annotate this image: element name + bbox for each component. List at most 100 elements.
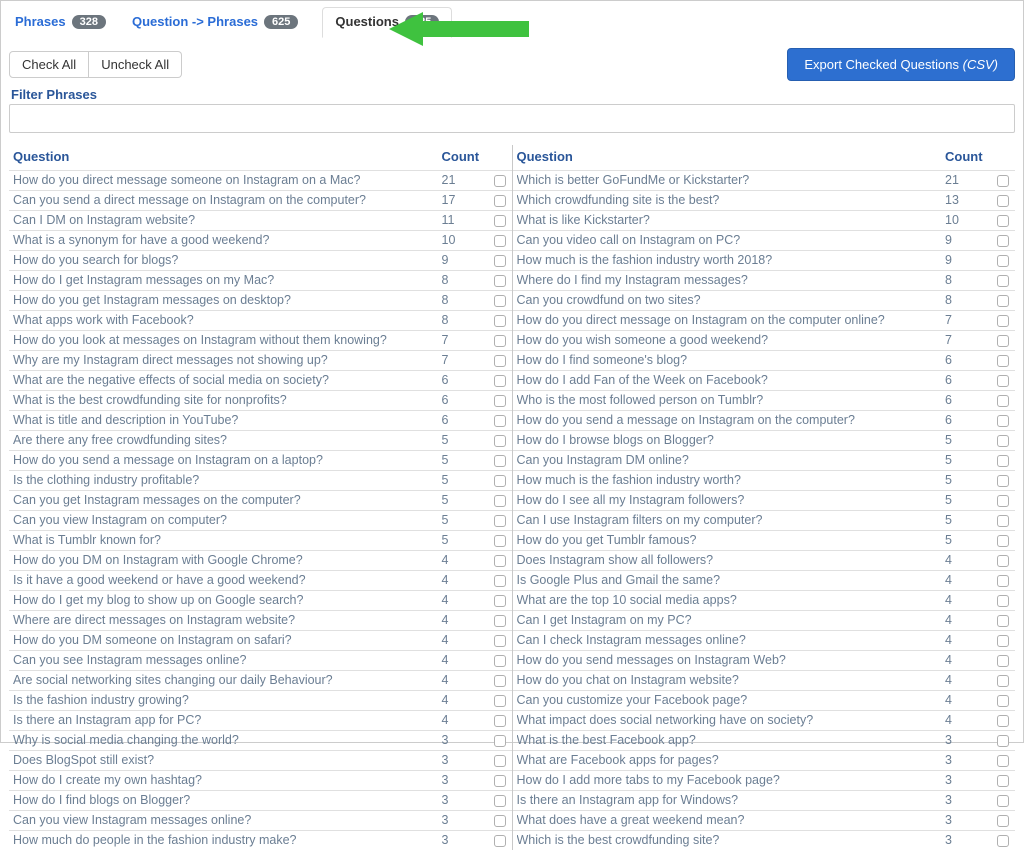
row-checkbox[interactable] [997, 215, 1009, 227]
row-checkbox[interactable] [494, 775, 506, 787]
question-link[interactable]: How much is the fashion industry worth 2… [517, 252, 946, 269]
export-csv-button[interactable]: Export Checked Questions (CSV) [787, 48, 1015, 81]
row-checkbox[interactable] [494, 475, 506, 487]
question-link[interactable]: Can you view Instagram on computer? [13, 512, 442, 529]
row-checkbox[interactable] [494, 315, 506, 327]
question-link[interactable]: Is the clothing industry profitable? [13, 472, 442, 489]
row-checkbox[interactable] [494, 295, 506, 307]
question-link[interactable]: Can I use Instagram filters on my comput… [517, 512, 946, 529]
row-checkbox[interactable] [997, 415, 1009, 427]
row-checkbox[interactable] [997, 495, 1009, 507]
question-link[interactable]: Does Instagram show all followers? [517, 552, 946, 569]
question-link[interactable]: Can I get Instagram on my PC? [517, 612, 946, 629]
row-checkbox[interactable] [997, 315, 1009, 327]
question-link[interactable]: Is it have a good weekend or have a good… [13, 572, 442, 589]
question-link[interactable]: Does BlogSpot still exist? [13, 752, 442, 769]
row-checkbox[interactable] [997, 555, 1009, 567]
question-link[interactable]: How much do people in the fashion indust… [13, 832, 442, 849]
row-checkbox[interactable] [997, 435, 1009, 447]
row-checkbox[interactable] [494, 575, 506, 587]
question-link[interactable]: How do I browse blogs on Blogger? [517, 432, 946, 449]
question-link[interactable]: How do I see all my Instagram followers? [517, 492, 946, 509]
question-link[interactable]: How do you search for blogs? [13, 252, 442, 269]
question-link[interactable]: What is the best crowdfunding site for n… [13, 392, 442, 409]
question-link[interactable]: How do you get Tumblr famous? [517, 532, 946, 549]
row-checkbox[interactable] [494, 395, 506, 407]
row-checkbox[interactable] [997, 795, 1009, 807]
row-checkbox[interactable] [494, 415, 506, 427]
row-checkbox[interactable] [997, 735, 1009, 747]
question-link[interactable]: Can you get Instagram messages on the co… [13, 492, 442, 509]
question-link[interactable]: Why is social media changing the world? [13, 732, 442, 749]
row-checkbox[interactable] [494, 755, 506, 767]
question-link[interactable]: What apps work with Facebook? [13, 312, 442, 329]
question-link[interactable]: Which is the best crowdfunding site? [517, 832, 946, 849]
question-link[interactable]: Which is better GoFundMe or Kickstarter? [517, 172, 946, 189]
row-checkbox[interactable] [494, 235, 506, 247]
row-checkbox[interactable] [997, 835, 1009, 847]
question-link[interactable]: How do I add more tabs to my Facebook pa… [517, 772, 946, 789]
question-link[interactable]: How do I get my blog to show up on Googl… [13, 592, 442, 609]
row-checkbox[interactable] [997, 755, 1009, 767]
row-checkbox[interactable] [494, 595, 506, 607]
question-link[interactable]: How do you wish someone a good weekend? [517, 332, 946, 349]
row-checkbox[interactable] [494, 795, 506, 807]
tab-question-phrases[interactable]: Question -> Phrases 625 [130, 8, 308, 37]
question-link[interactable]: Can you send a direct message on Instagr… [13, 192, 442, 209]
row-checkbox[interactable] [494, 535, 506, 547]
row-checkbox[interactable] [494, 835, 506, 847]
row-checkbox[interactable] [494, 555, 506, 567]
row-checkbox[interactable] [997, 535, 1009, 547]
row-checkbox[interactable] [997, 655, 1009, 667]
question-link[interactable]: How do I create my own hashtag? [13, 772, 442, 789]
row-checkbox[interactable] [494, 615, 506, 627]
question-link[interactable]: Can you customize your Facebook page? [517, 692, 946, 709]
question-link[interactable]: What are Facebook apps for pages? [517, 752, 946, 769]
row-checkbox[interactable] [997, 375, 1009, 387]
row-checkbox[interactable] [997, 275, 1009, 287]
row-checkbox[interactable] [494, 175, 506, 187]
tab-questions[interactable]: Questions 625 [322, 7, 452, 38]
row-checkbox[interactable] [997, 475, 1009, 487]
question-link[interactable]: What is the best Facebook app? [517, 732, 946, 749]
row-checkbox[interactable] [494, 275, 506, 287]
row-checkbox[interactable] [494, 255, 506, 267]
question-link[interactable]: Is there an Instagram app for Windows? [517, 792, 946, 809]
question-link[interactable]: What does have a great weekend mean? [517, 812, 946, 829]
question-link[interactable]: What is Tumblr known for? [13, 532, 442, 549]
row-checkbox[interactable] [494, 695, 506, 707]
question-link[interactable]: Where are direct messages on Instagram w… [13, 612, 442, 629]
row-checkbox[interactable] [997, 695, 1009, 707]
row-checkbox[interactable] [997, 715, 1009, 727]
row-checkbox[interactable] [494, 435, 506, 447]
row-checkbox[interactable] [997, 635, 1009, 647]
row-checkbox[interactable] [997, 615, 1009, 627]
row-checkbox[interactable] [494, 375, 506, 387]
row-checkbox[interactable] [997, 355, 1009, 367]
row-checkbox[interactable] [997, 515, 1009, 527]
question-link[interactable]: How do you chat on Instagram website? [517, 672, 946, 689]
row-checkbox[interactable] [494, 195, 506, 207]
question-link[interactable]: How do you send a message on Instagram o… [13, 452, 442, 469]
row-checkbox[interactable] [997, 575, 1009, 587]
uncheck-all-button[interactable]: Uncheck All [89, 51, 182, 78]
row-checkbox[interactable] [997, 595, 1009, 607]
row-checkbox[interactable] [494, 515, 506, 527]
question-link[interactable]: How do you DM someone on Instagram on sa… [13, 632, 442, 649]
row-checkbox[interactable] [997, 675, 1009, 687]
row-checkbox[interactable] [494, 675, 506, 687]
row-checkbox[interactable] [997, 195, 1009, 207]
question-link[interactable]: How do I get Instagram messages on my Ma… [13, 272, 442, 289]
row-checkbox[interactable] [997, 235, 1009, 247]
question-link[interactable]: Can you video call on Instagram on PC? [517, 232, 946, 249]
row-checkbox[interactable] [494, 715, 506, 727]
question-link[interactable]: What is like Kickstarter? [517, 212, 946, 229]
tab-phrases[interactable]: Phrases 328 [13, 8, 116, 37]
row-checkbox[interactable] [494, 215, 506, 227]
row-checkbox[interactable] [997, 775, 1009, 787]
question-link[interactable]: Can I DM on Instagram website? [13, 212, 442, 229]
check-all-button[interactable]: Check All [9, 51, 89, 78]
question-link[interactable]: How much is the fashion industry worth? [517, 472, 946, 489]
row-checkbox[interactable] [997, 255, 1009, 267]
question-link[interactable]: What are the negative effects of social … [13, 372, 442, 389]
